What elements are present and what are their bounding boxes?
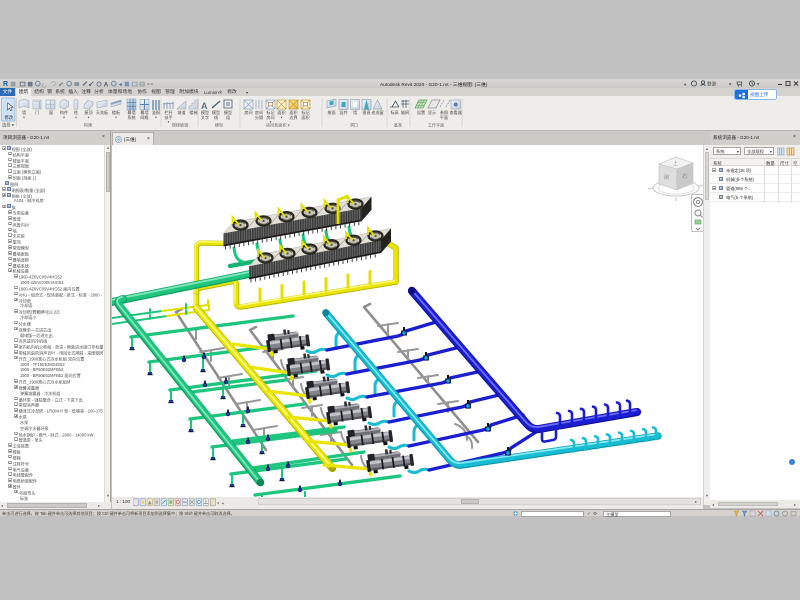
svg-text:修改: 修改: [5, 114, 14, 121]
svg-text:设置: 设置: [417, 109, 425, 115]
svg-text:门: 门: [35, 109, 39, 115]
svg-text:▾: ▾: [155, 116, 157, 120]
svg-text:柱: 柱: [74, 109, 78, 115]
svg-text:老虎窗: 老虎窗: [371, 109, 383, 115]
svg-text:标高: 标高: [390, 109, 398, 115]
svg-text:文字: 文字: [201, 114, 209, 120]
svg-text:系统: 系统: [127, 114, 135, 120]
svg-text:面积: 面积: [301, 114, 309, 120]
svg-text:模型: 模型: [215, 122, 223, 128]
svg-text:▾: ▾: [115, 116, 117, 120]
svg-text:垂直: 垂直: [362, 109, 370, 115]
svg-text:线: 线: [214, 114, 218, 120]
svg-text:洞口: 洞口: [350, 122, 358, 128]
svg-text:R: R: [3, 81, 8, 88]
svg-text:Autodesk Revit 2020 - G20-1.rv: Autodesk Revit 2020 - G20-1.rvt - 三维视图: …: [380, 81, 488, 88]
svg-text:▾: ▾: [63, 116, 65, 120]
svg-text:右: 右: [682, 172, 688, 180]
svg-text:组: 组: [226, 114, 230, 120]
svg-text:上: 上: [673, 160, 678, 167]
svg-text:构件: 构件: [60, 109, 68, 115]
svg-text:按面: 按面: [327, 109, 335, 115]
svg-text:面积: 面积: [277, 109, 285, 115]
svg-text:轴网: 轴网: [401, 109, 409, 115]
svg-text:显示: 显示: [428, 110, 436, 115]
svg-text:墙: 墙: [22, 109, 26, 115]
svg-text:竖井: 竖井: [339, 109, 347, 115]
svg-text:楼梯坡道: 楼梯坡道: [172, 122, 188, 128]
svg-text:▾: ▾: [684, 82, 687, 87]
svg-text:▾: ▾: [168, 120, 170, 124]
svg-text:◂: ◂: [222, 501, 224, 505]
svg-text:构建: 构建: [84, 122, 92, 128]
svg-text:选择 ▾: 选择 ▾: [2, 122, 14, 129]
svg-text:▾: ▾: [23, 116, 25, 120]
svg-text:前: 前: [664, 173, 670, 181]
svg-text:房间和面积 ▾: 房间和面积 ▾: [266, 122, 290, 128]
svg-text:▾: ▾: [729, 82, 732, 87]
svg-text:分隔: 分隔: [255, 114, 263, 120]
svg-text:楼板: 楼板: [112, 109, 120, 115]
svg-text:基准: 基准: [394, 122, 402, 128]
svg-text:登录: 登录: [707, 81, 717, 87]
svg-text:房间: 房间: [244, 109, 252, 115]
svg-text:▾: ▾: [281, 116, 283, 120]
svg-text:墙: 墙: [353, 109, 357, 115]
svg-text:平面: 平面: [440, 115, 448, 120]
svg-text:▾: ▾: [88, 116, 90, 120]
svg-text:天花板: 天花板: [96, 109, 108, 115]
svg-text:工作平面: 工作平面: [428, 122, 444, 128]
svg-text:坡道: 坡道: [177, 109, 185, 115]
svg-text:▾: ▾: [75, 116, 77, 120]
svg-text:边界: 边界: [289, 114, 297, 120]
svg-text:▾: ▾: [217, 501, 219, 505]
svg-text:竖梃: 竖梃: [152, 109, 160, 115]
svg-text:▾: ▾: [757, 82, 760, 87]
svg-text:屋顶: 屋顶: [84, 109, 92, 115]
svg-text:查看器: 查看器: [450, 109, 462, 115]
svg-text:楼梯: 楼梯: [189, 109, 197, 115]
svg-text:网格: 网格: [140, 114, 148, 120]
svg-text:窗: 窗: [49, 109, 53, 115]
